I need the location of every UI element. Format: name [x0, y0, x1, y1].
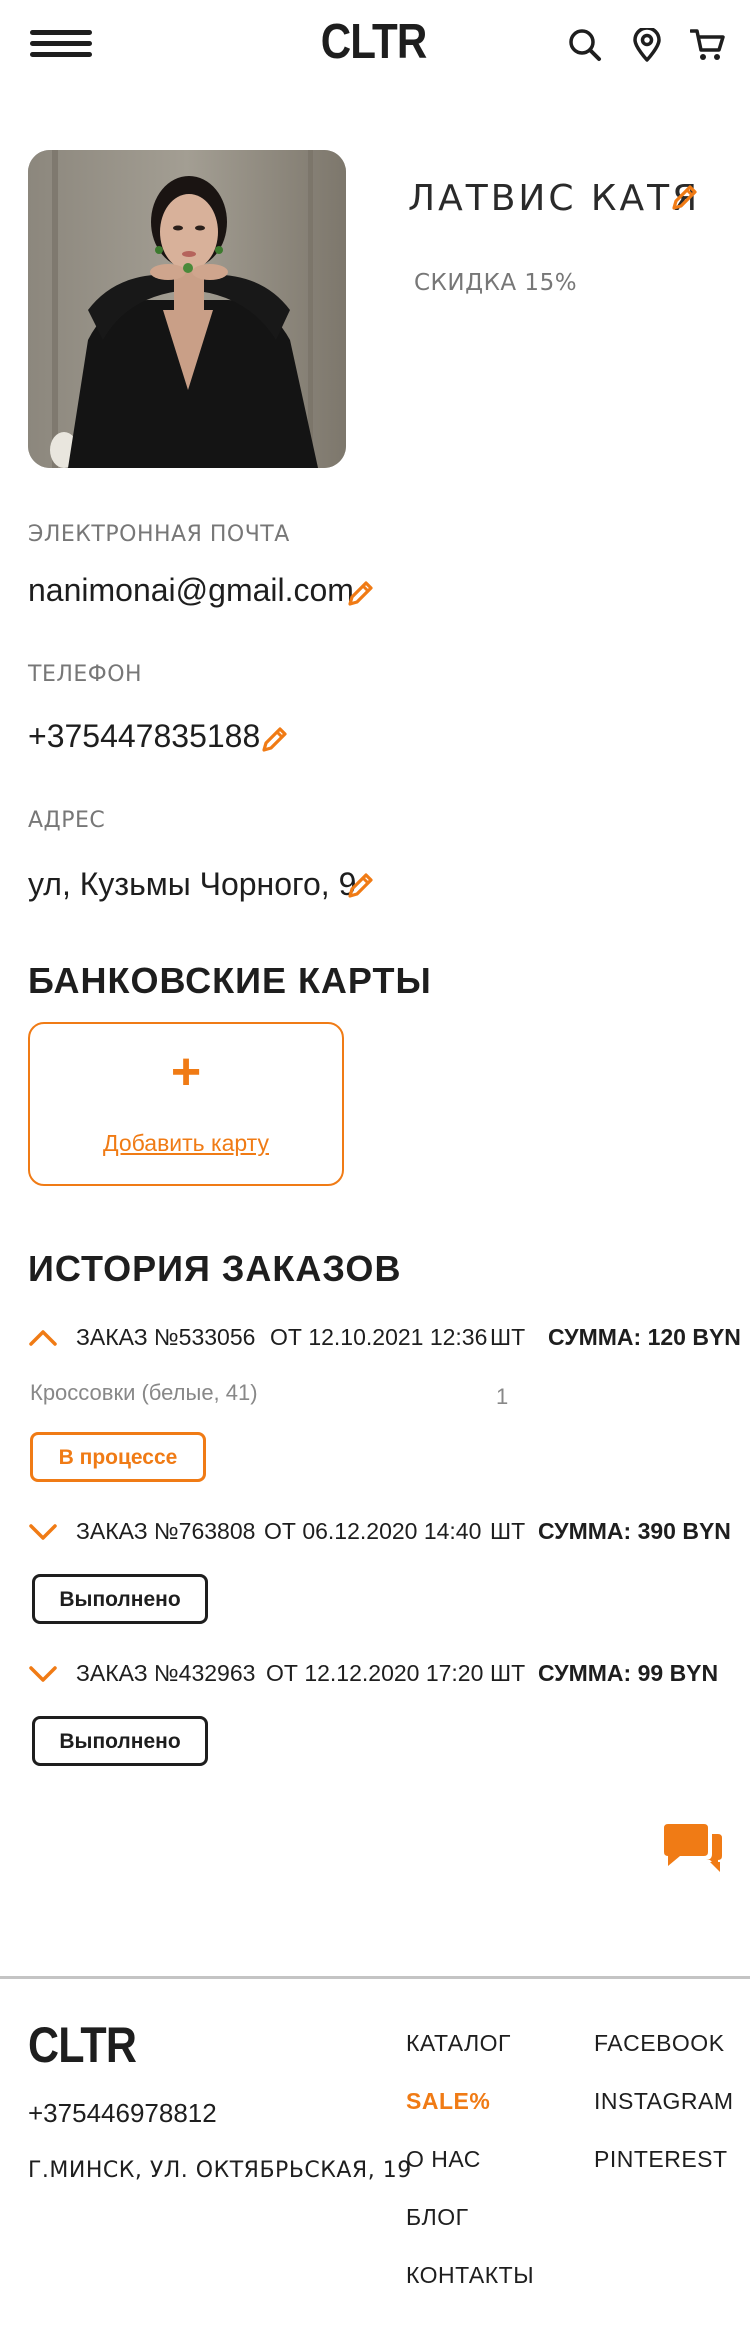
order-row[interactable]: ЗАКАЗ №763808 ОТ 06.12.2020 14:40 ШТ СУМ…	[28, 1514, 731, 1554]
footer-link-blog[interactable]: БЛОГ	[406, 2204, 469, 2231]
address-label: АДРЕС	[28, 808, 106, 833]
cart-icon[interactable]	[689, 28, 725, 62]
footer-link-about[interactable]: О НАС	[406, 2146, 481, 2173]
plus-icon: +	[170, 1043, 202, 1101]
location-pin-icon[interactable]	[630, 26, 664, 62]
order-number: ЗАКАЗ №432963	[76, 1660, 256, 1686]
chat-icon[interactable]	[660, 1822, 726, 1888]
order-row[interactable]: ЗАКАЗ №533056 ОТ 12.10.2021 12:36 ШТ СУМ…	[28, 1320, 741, 1360]
edit-address-pencil-icon[interactable]	[346, 870, 376, 900]
chevron-up-icon[interactable]	[28, 1324, 58, 1352]
email-value: nanimonai@gmail.com	[28, 572, 354, 608]
menu-icon	[30, 30, 92, 35]
logo[interactable]: CLTR	[321, 12, 428, 72]
order-qty-label: ШТ	[490, 1324, 526, 1350]
footer-divider	[0, 1976, 750, 1979]
footer-phone[interactable]: +375446978812	[28, 2098, 217, 2129]
menu-button[interactable]	[30, 30, 92, 60]
footer-link-sale[interactable]: SALE%	[406, 2088, 490, 2115]
order-date: ОТ 12.10.2021 12:36	[270, 1324, 488, 1350]
status-badge-done[interactable]: Выполнено	[32, 1716, 208, 1766]
address-value: ул, Кузьмы Чорного, 9	[28, 866, 357, 902]
order-number: ЗАКАЗ №763808	[76, 1518, 256, 1544]
order-date: ОТ 06.12.2020 14:40	[264, 1518, 482, 1544]
order-history-title: ИСТОРИЯ ЗАКАЗОВ	[28, 1248, 402, 1289]
order-row[interactable]: ЗАКАЗ №432963 ОТ 12.12.2020 17:20 ШТ СУМ…	[28, 1656, 728, 1696]
order-sum: СУММА: 390 BYN	[538, 1518, 731, 1544]
phone-value: +375447835188	[28, 718, 261, 754]
order-qty-label: ШТ	[490, 1518, 526, 1544]
discount-badge: СКИДКА 15%	[414, 270, 578, 296]
footer-link-contacts[interactable]: КОНТАКТЫ	[406, 2262, 534, 2289]
email-label: ЭЛЕКТРОННАЯ ПОЧТА	[28, 522, 290, 547]
avatar	[28, 150, 346, 468]
footer-address: Г.МИНСК, УЛ. ОКТЯБРЬСКАЯ, 19	[28, 2158, 412, 2183]
order-sum: СУММА: 99 BYN	[538, 1660, 719, 1686]
order-item-qty: 1	[496, 1384, 509, 1409]
footer-link-catalog[interactable]: КАТАЛОГ	[406, 2030, 511, 2057]
chevron-down-icon[interactable]	[28, 1518, 58, 1546]
profile-name: ЛАТВИС КАТЯ	[408, 178, 701, 219]
footer-link-facebook[interactable]: FACEBOOK	[594, 2030, 725, 2057]
edit-phone-pencil-icon[interactable]	[260, 724, 290, 754]
footer-logo[interactable]: CLTR	[28, 2016, 137, 2074]
order-number: ЗАКАЗ №533056	[76, 1324, 256, 1350]
edit-email-pencil-icon[interactable]	[346, 578, 376, 608]
add-card-button[interactable]: + Добавить карту	[28, 1022, 344, 1186]
order-date: ОТ 12.12.2020 17:20	[266, 1660, 484, 1686]
chevron-down-icon[interactable]	[28, 1660, 58, 1688]
order-item-name: Кроссовки (белые, 41)	[30, 1380, 258, 1405]
search-icon[interactable]	[568, 28, 602, 62]
add-card-label: Добавить карту	[103, 1130, 269, 1156]
edit-name-pencil-icon[interactable]	[670, 182, 700, 212]
phone-label: ТЕЛЕФОН	[28, 662, 143, 687]
footer-link-instagram[interactable]: INSTAGRAM	[594, 2088, 734, 2115]
order-qty-label: ШТ	[490, 1660, 526, 1686]
status-badge-in-progress[interactable]: В процессе	[30, 1432, 206, 1482]
status-badge-done[interactable]: Выполнено	[32, 1574, 208, 1624]
bank-cards-title: БАНКОВСКИЕ КАРТЫ	[28, 960, 432, 1001]
footer-link-pinterest[interactable]: PINTEREST	[594, 2146, 728, 2173]
order-sum: СУММА: 120 BYN	[548, 1324, 741, 1350]
